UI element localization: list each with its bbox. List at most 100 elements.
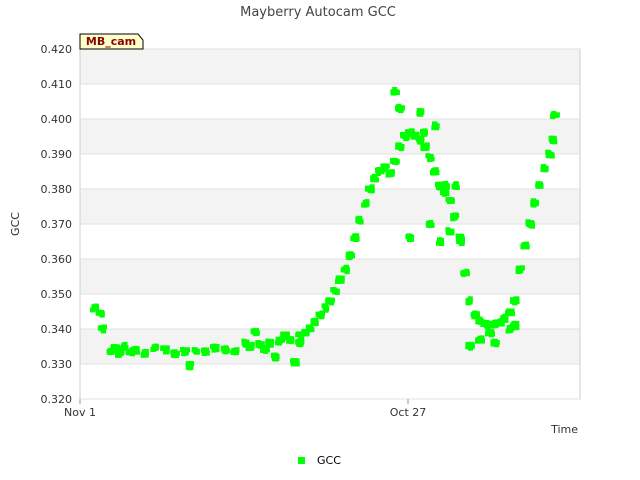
data-point [204, 349, 210, 355]
data-point [521, 242, 527, 248]
data-point [529, 221, 535, 227]
data-point [270, 352, 276, 358]
data-point [93, 305, 99, 311]
data-point [283, 333, 289, 339]
data-point [437, 238, 443, 244]
data-point [132, 346, 138, 352]
data-point [294, 361, 300, 367]
data-point [369, 188, 375, 194]
data-point [288, 339, 294, 345]
data-point [244, 341, 250, 347]
x-tick-label: Oct 27 [390, 406, 427, 419]
data-point [425, 222, 431, 228]
data-point [388, 172, 394, 178]
chart-title: Mayberry Autocam GCC [240, 5, 396, 20]
y-tick-label: 0.330 [41, 358, 73, 371]
data-point [508, 308, 514, 314]
data-point [471, 314, 477, 320]
data-point [380, 165, 386, 171]
data-point [194, 349, 200, 355]
data-point [390, 158, 396, 164]
data-point [319, 313, 325, 319]
legend-label: GCC [317, 454, 341, 467]
data-point [328, 298, 334, 304]
y-axis-ticks: 0.420 0.410 0.400 0.390 0.380 0.370 0.360 0.350… [41, 43, 73, 406]
data-point [249, 342, 255, 347]
data-point [480, 319, 486, 325]
data-point [536, 181, 541, 187]
data-point [408, 234, 413, 240]
data-point [115, 352, 120, 358]
data-point [447, 230, 453, 236]
gcc-chart: Mayberry Autocam GCC 0.420 0.410 0.400 0.39… [9, 5, 581, 467]
data-point [450, 216, 456, 222]
data-point [120, 345, 126, 351]
data-point [344, 269, 350, 275]
data-point [461, 271, 467, 277]
data-point [364, 199, 370, 205]
data-point [530, 198, 536, 204]
data-point [396, 103, 402, 109]
grid-band [80, 259, 580, 294]
data-point [548, 152, 554, 158]
data-point [161, 345, 166, 351]
grid-band [80, 49, 580, 84]
y-tick-label: 0.340 [41, 323, 73, 336]
data-point [143, 352, 149, 358]
data-point [518, 267, 524, 273]
data-point [467, 296, 473, 302]
y-tick-label: 0.320 [41, 393, 73, 406]
data-point [418, 111, 424, 117]
data-point [375, 167, 380, 173]
data-point [182, 350, 188, 356]
y-tick-label: 0.350 [41, 288, 73, 301]
data-point [355, 217, 361, 222]
camera-badge: MB_cam [79, 33, 144, 50]
data-point [552, 139, 558, 145]
data-point [330, 287, 336, 292]
data-point [551, 110, 557, 116]
data-point [475, 338, 480, 344]
data-point [212, 343, 217, 349]
data-point [428, 155, 434, 161]
data-point [307, 325, 313, 331]
data-point [489, 331, 495, 337]
data-point [234, 350, 239, 355]
data-point [541, 164, 547, 170]
data-point [465, 344, 471, 350]
data-point [353, 237, 359, 242]
data-point [390, 90, 396, 96]
y-tick-label: 0.400 [41, 113, 73, 126]
data-point [395, 144, 401, 150]
data-point [150, 347, 156, 352]
data-point [189, 361, 195, 367]
data-point [99, 326, 105, 332]
data-point [416, 135, 422, 141]
data-point [335, 275, 341, 281]
data-point [456, 236, 462, 242]
data-point [265, 338, 271, 344]
data-point [514, 325, 520, 331]
data-point [322, 303, 328, 309]
data-point [447, 199, 452, 204]
data-point [222, 348, 228, 354]
x-tick-label: Nov 1 [64, 406, 96, 419]
x-axis-ticks: Nov 1 Oct 27 [64, 399, 426, 419]
data-point [434, 125, 439, 131]
y-tick-label: 0.380 [41, 183, 73, 196]
y-axis-title: GCC [9, 212, 22, 236]
y-tick-label: 0.410 [41, 78, 73, 91]
x-axis-title: Time [550, 423, 578, 436]
grid-band [80, 119, 580, 154]
badge-label: MB_cam [86, 35, 136, 48]
data-point [420, 144, 426, 150]
data-point [490, 341, 496, 347]
data-point [453, 184, 459, 190]
data-point [313, 317, 319, 323]
data-point [262, 346, 268, 352]
data-point [350, 253, 355, 259]
data-point [171, 351, 177, 357]
y-tick-label: 0.390 [41, 148, 73, 161]
y-tick-label: 0.370 [41, 218, 73, 231]
data-point [278, 338, 284, 344]
